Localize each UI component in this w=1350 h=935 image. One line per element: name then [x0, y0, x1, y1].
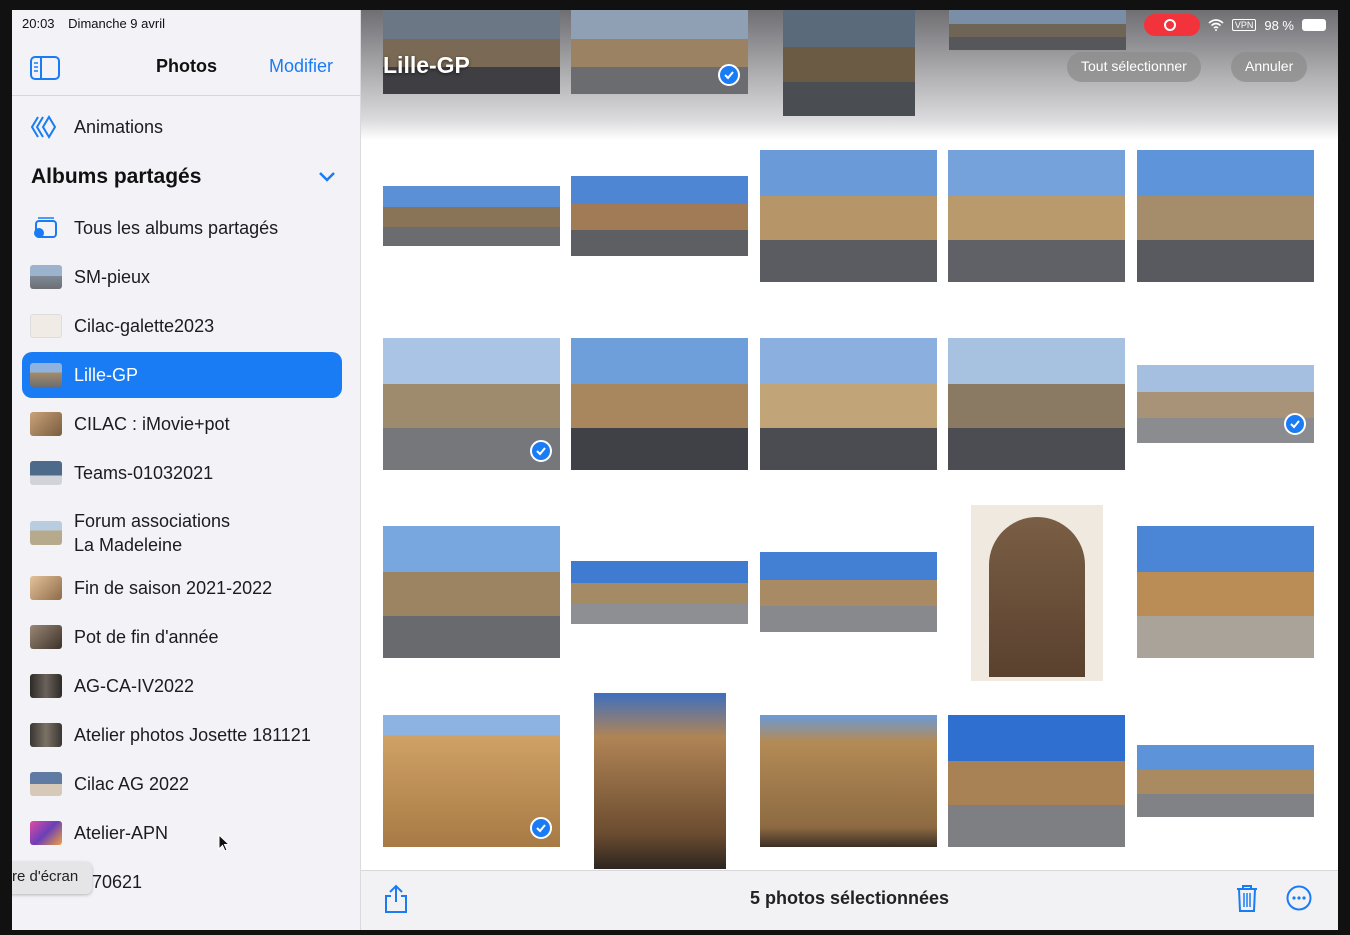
sidebar-item-label: AG-CA-IV2022: [74, 676, 195, 696]
select-all-button[interactable]: Tout sélectionner: [1067, 52, 1201, 82]
status-time: 20:03: [22, 16, 55, 31]
album-thumbnail: [30, 625, 62, 649]
battery-icon: [1302, 19, 1326, 31]
sidebar-item-label: Tous les albums partagés: [74, 218, 279, 238]
photo-thumbnail[interactable]: [571, 176, 748, 256]
status-bar-left: 20:03 Dimanche 9 avril: [22, 16, 175, 31]
album-thumbnail: [30, 821, 62, 845]
sidebar-item-label: Animations: [74, 117, 164, 137]
album-thumbnail: [30, 521, 62, 545]
sidebar-item-animations[interactable]: Animations: [22, 104, 342, 150]
photo-thumbnail[interactable]: [594, 693, 726, 869]
album-thumbnail: [30, 723, 62, 747]
ipad-screen: 20:03 Dimanche 9 avril Photos Modifier A…: [12, 10, 1338, 930]
album-thumbnail: [30, 674, 62, 698]
checkmark-icon: [1284, 413, 1306, 435]
sidebar-item-sm-pieux[interactable]: SM-pieux: [22, 254, 342, 300]
album-thumbnail: [30, 314, 62, 338]
photo-grid-area: Lille-GP Tout sélectionner Annuler VPN 9…: [361, 10, 1338, 930]
photo-thumbnail[interactable]: [760, 552, 937, 632]
sidebar-item-label: Forum associations La Madeleine: [74, 509, 230, 557]
mouse-cursor-icon: [218, 834, 230, 852]
photo-thumbnail[interactable]: [571, 338, 748, 470]
album-thumbnail: [30, 265, 62, 289]
photo-thumbnail[interactable]: [760, 338, 937, 470]
album-thumbnail: [30, 576, 62, 600]
photo-thumbnail[interactable]: [383, 526, 560, 658]
shared-albums-icon: [34, 217, 57, 238]
album-thumbnail: [30, 412, 62, 436]
battery-percent: 98 %: [1264, 17, 1294, 33]
section-title-shared-albums: Albums partagés: [31, 165, 202, 188]
sidebar-item-label: Cilac-galette2023: [74, 316, 215, 336]
photo-thumbnail[interactable]: [383, 715, 560, 847]
photo-thumbnail[interactable]: [571, 561, 748, 624]
sidebar-item-label: Fin de saison 2021-2022: [74, 578, 273, 598]
album-thumbnail: [30, 772, 62, 796]
screenshot-tooltip: re d'écran: [12, 862, 93, 894]
photo-thumbnail[interactable]: [948, 715, 1125, 847]
device-frame: 20:03 Dimanche 9 avril Photos Modifier A…: [0, 0, 1350, 935]
photo-thumbnail[interactable]: [1137, 526, 1314, 658]
sidebar-item-cilac-galette[interactable]: Cilac-galette2023: [22, 303, 342, 349]
sidebar-item-all-shared[interactable]: Tous les albums partagés: [22, 205, 342, 251]
photo-thumbnail[interactable]: [1137, 365, 1314, 443]
photo-thumbnail[interactable]: [760, 150, 937, 282]
sidebar-item-cilac-ag[interactable]: Cilac AG 2022: [22, 761, 342, 807]
photo-thumbnail[interactable]: [1137, 150, 1314, 282]
vpn-badge: VPN: [1231, 19, 1257, 31]
photo-thumbnail[interactable]: [383, 186, 560, 246]
animations-icon: [30, 115, 57, 139]
edit-button[interactable]: Modifier: [269, 56, 333, 77]
photo-thumbnail[interactable]: [971, 505, 1103, 681]
photo-thumbnail[interactable]: [383, 338, 560, 470]
sidebar-item-label: Lille-GP: [74, 365, 139, 385]
sidebar-item-label: Atelier-APN: [74, 823, 169, 843]
more-options-icon[interactable]: [1286, 885, 1312, 911]
album-thumbnail: [30, 461, 62, 485]
sidebar-item-atelier-photos[interactable]: Atelier photos Josette 181121: [22, 712, 342, 758]
sidebar-header: Photos Modifier: [12, 46, 360, 96]
sidebar-item-label: Teams-01032021: [74, 463, 214, 483]
sidebar-item-atelier-apn[interactable]: Atelier-APN: [22, 810, 342, 856]
sidebar-item-fin-de-saison[interactable]: Fin de saison 2021-2022: [22, 565, 342, 611]
trash-icon[interactable]: [1234, 883, 1260, 913]
checkmark-icon: [530, 440, 552, 462]
bottom-toolbar: 5 photos sélectionnées: [361, 870, 1338, 930]
status-bar-right: VPN 98 %: [1143, 14, 1326, 36]
album-thumbnail: [30, 363, 62, 387]
selection-count: 5 photos sélectionnées: [749, 888, 950, 908]
sidebar-item-pot-fin-annee[interactable]: Pot de fin d'année: [22, 614, 342, 660]
sidebar-item-label: 70621: [92, 872, 143, 892]
sidebar-item-label: Pot de fin d'année: [74, 627, 219, 647]
screen-recording-icon: [1143, 14, 1200, 36]
chevron-down-icon[interactable]: [318, 170, 336, 184]
sidebar-item-label: Atelier photos Josette 181121: [74, 725, 311, 745]
wifi-icon: [1208, 19, 1224, 31]
sidebar-item-label: CILAC : iMovie+pot: [74, 414, 230, 434]
cancel-button[interactable]: Annuler: [1231, 52, 1308, 82]
sidebar-item-forum[interactable]: Forum associations La Madeleine: [22, 505, 342, 561]
sidebar-item-label-line2: La Madeleine: [74, 535, 183, 555]
checkmark-icon: [718, 64, 740, 86]
photo-thumbnail[interactable]: [948, 338, 1125, 470]
photo-thumbnail[interactable]: [948, 150, 1125, 282]
sidebar-item-label: SM-pieux: [74, 267, 151, 287]
sidebar-item-label-line1: Forum associations: [74, 511, 231, 531]
sidebar-item-label: Cilac AG 2022: [74, 774, 190, 794]
photo-thumbnail[interactable]: [571, 10, 748, 94]
status-date: Dimanche 9 avril: [68, 16, 165, 31]
photo-thumbnail[interactable]: [949, 10, 1126, 50]
sidebar: 20:03 Dimanche 9 avril Photos Modifier A…: [12, 10, 361, 930]
sidebar-item-lille-gp[interactable]: Lille-GP: [22, 352, 342, 398]
photo-thumbnail[interactable]: [1137, 745, 1314, 817]
photo-thumbnail[interactable]: [783, 10, 915, 116]
sidebar-item-teams[interactable]: Teams-01032021: [22, 450, 342, 496]
sidebar-item-cilac-imovie[interactable]: CILAC : iMovie+pot: [22, 401, 342, 447]
sidebar-item-ag-ca[interactable]: AG-CA-IV2022: [22, 663, 342, 709]
photo-thumbnail[interactable]: [760, 715, 937, 847]
checkmark-icon: [530, 817, 552, 839]
album-title: Lille-GP: [383, 52, 470, 78]
